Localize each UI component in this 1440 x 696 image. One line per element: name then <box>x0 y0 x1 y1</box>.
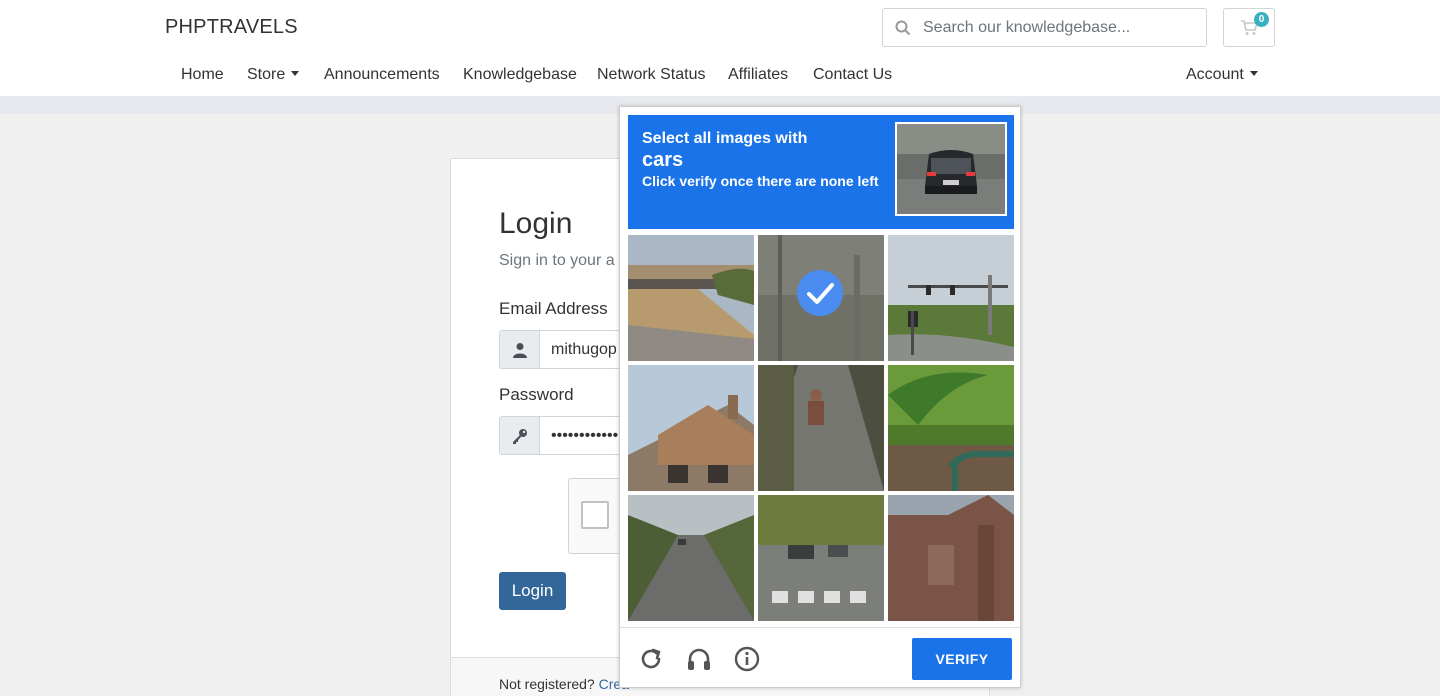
email-label: Email Address <box>499 299 608 318</box>
search-input[interactable] <box>923 9 1203 46</box>
captcha-sample-image <box>895 122 1007 216</box>
nav-account-label: Account <box>1186 66 1244 83</box>
captcha-tile-7[interactable] <box>628 495 754 621</box>
search-icon <box>895 20 911 36</box>
user-icon <box>513 343 527 358</box>
nav-store-label: Store <box>247 66 286 83</box>
captcha-tile-8[interactable] <box>758 495 884 621</box>
nav-announcements[interactable]: Announcements <box>324 66 440 84</box>
nav-knowledgebase[interactable]: Knowledgebase <box>463 66 577 84</box>
chevron-down-icon <box>291 70 300 76</box>
nav-account[interactable]: Account <box>1186 66 1258 84</box>
captcha-tile-3[interactable] <box>888 235 1014 361</box>
captcha-footer: VERIFY <box>620 627 1020 687</box>
chevron-down-icon <box>1249 70 1258 76</box>
nav-network-status[interactable]: Network Status <box>597 66 705 84</box>
page-subtitle: Sign in to your a <box>499 252 615 269</box>
brand-logo[interactable]: PHPTRAVELS <box>165 16 298 39</box>
nav-contact-us[interactable]: Contact Us <box>813 66 892 84</box>
nav-home[interactable]: Home <box>181 66 224 84</box>
password-addon <box>499 416 540 455</box>
selected-check-icon <box>797 270 843 316</box>
page-title: Login <box>499 207 573 240</box>
email-addon <box>499 330 540 369</box>
captcha-tile-2[interactable] <box>758 235 884 361</box>
captcha-tile-4[interactable] <box>628 365 754 491</box>
captcha-tile-5[interactable] <box>758 365 884 491</box>
not-registered-text: Not registered? Crea <box>499 676 629 692</box>
key-icon <box>513 429 527 444</box>
info-icon[interactable] <box>734 646 760 672</box>
nav-affiliates[interactable]: Affiliates <box>728 66 788 84</box>
main-nav: Home Store Announcements Knowledgebase N… <box>0 66 1440 88</box>
captcha-target-word: cars <box>642 149 684 171</box>
audio-challenge-icon[interactable] <box>686 646 712 672</box>
recaptcha-checkbox[interactable] <box>581 501 609 529</box>
verify-button[interactable]: VERIFY <box>912 638 1012 680</box>
captcha-challenge: Select all images with cars Click verify… <box>619 106 1021 688</box>
cart-button[interactable]: 0 <box>1223 8 1275 47</box>
captcha-instruction-line1: Select all images with <box>642 130 808 147</box>
not-registered-label: Not registered? <box>499 676 595 692</box>
cart-count-badge: 0 <box>1254 12 1269 27</box>
captcha-tile-9[interactable] <box>888 495 1014 621</box>
captcha-tile-6[interactable] <box>888 365 1014 491</box>
refresh-icon[interactable] <box>638 646 664 672</box>
search-box <box>882 8 1207 47</box>
login-button[interactable]: Login <box>499 572 566 610</box>
captcha-image-grid <box>628 235 1014 621</box>
captcha-instruction-line3: Click verify once there are none left <box>642 173 879 189</box>
nav-store[interactable]: Store <box>247 66 300 84</box>
captcha-instructions: Select all images with cars Click verify… <box>628 115 1014 229</box>
password-label: Password <box>499 385 574 404</box>
site-header: PHPTRAVELS 0 Home Store Announcements Kn… <box>0 0 1440 96</box>
captcha-tile-1[interactable] <box>628 235 754 361</box>
